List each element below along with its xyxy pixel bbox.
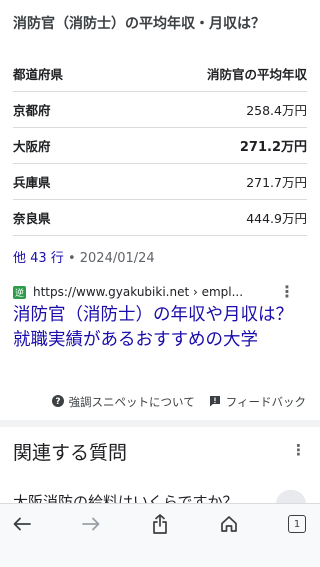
cell-prefecture: 奈良県	[13, 211, 51, 226]
back-arrow-icon	[13, 517, 31, 531]
source-url[interactable]: https://www.gyakubiki.net › empl...	[33, 285, 243, 299]
cell-salary: 271.2万円	[239, 140, 307, 155]
separator-dot: •	[67, 251, 76, 266]
back-button[interactable]	[8, 513, 36, 535]
snippet-feedback-bar: ? 強調スニペットについて フィードバック	[0, 389, 320, 415]
feedback-icon	[209, 395, 221, 410]
table-row: 大阪府 271.2万円	[13, 128, 307, 164]
expand-question-button[interactable]	[276, 490, 306, 504]
snippet-title: 消防官（消防士）の平均年収・月収は？	[13, 16, 265, 32]
tabs-count-badge: 1	[288, 515, 306, 533]
more-rows-line: 他 43 行 • 2024/01/24	[13, 247, 155, 266]
about-snippet-label: 強調スニペットについて	[68, 395, 195, 409]
help-icon: ?	[51, 394, 64, 410]
cell-salary: 271.7万円	[246, 175, 307, 190]
share-button[interactable]	[146, 513, 174, 535]
related-more-options-icon[interactable]: ⋮	[291, 441, 306, 459]
svg-text:?: ?	[55, 397, 60, 407]
feedback-button[interactable]: フィードバック	[209, 394, 306, 410]
share-icon	[153, 514, 167, 534]
about-snippet-button[interactable]: ? 強調スニペットについて	[51, 394, 195, 410]
forward-button[interactable]	[77, 513, 105, 535]
table-row: 奈良県 444.9万円	[13, 200, 307, 236]
related-question-item[interactable]: 大阪消防の給料はいくらですか？	[13, 490, 273, 503]
home-button[interactable]	[215, 513, 243, 535]
home-icon	[221, 516, 237, 532]
cell-prefecture: 兵庫県	[13, 175, 51, 190]
header-prefecture: 都道府県	[13, 67, 64, 82]
cell-prefecture: 京都府	[13, 103, 51, 118]
header-salary: 消防官の平均年収	[206, 67, 307, 82]
table-row: 京都府 258.4万円	[13, 92, 307, 128]
more-rows-link[interactable]: 他 43 行	[13, 251, 64, 266]
source-line[interactable]: 逆 https://www.gyakubiki.net › empl... ⋮	[13, 282, 307, 302]
salary-table: 都道府県 消防官の平均年収 京都府 258.4万円 大阪府 271.2万円 兵庫…	[13, 56, 307, 236]
forward-arrow-icon	[82, 517, 100, 531]
tabs-button[interactable]: 1	[283, 513, 311, 535]
site-favicon-icon: 逆	[13, 285, 26, 299]
feedback-label: フィードバック	[225, 395, 306, 409]
section-divider	[0, 420, 320, 427]
more-options-icon[interactable]: ⋮	[279, 284, 295, 300]
related-questions-title: 関連する質問	[13, 442, 128, 464]
snippet-date: 2024/01/24	[79, 251, 155, 266]
table-header-row: 都道府県 消防官の平均年収	[13, 56, 307, 92]
cell-prefecture: 大阪府	[13, 139, 51, 154]
cell-salary: 444.9万円	[246, 211, 307, 226]
table-row: 兵庫県 271.7万円	[13, 164, 307, 200]
browser-bottom-toolbar: 1	[0, 503, 320, 567]
result-title-link[interactable]: 消防官（消防士）の年収や月収は？就職実績があるおすすめの大学	[13, 303, 305, 353]
cell-salary: 258.4万円	[246, 103, 307, 118]
